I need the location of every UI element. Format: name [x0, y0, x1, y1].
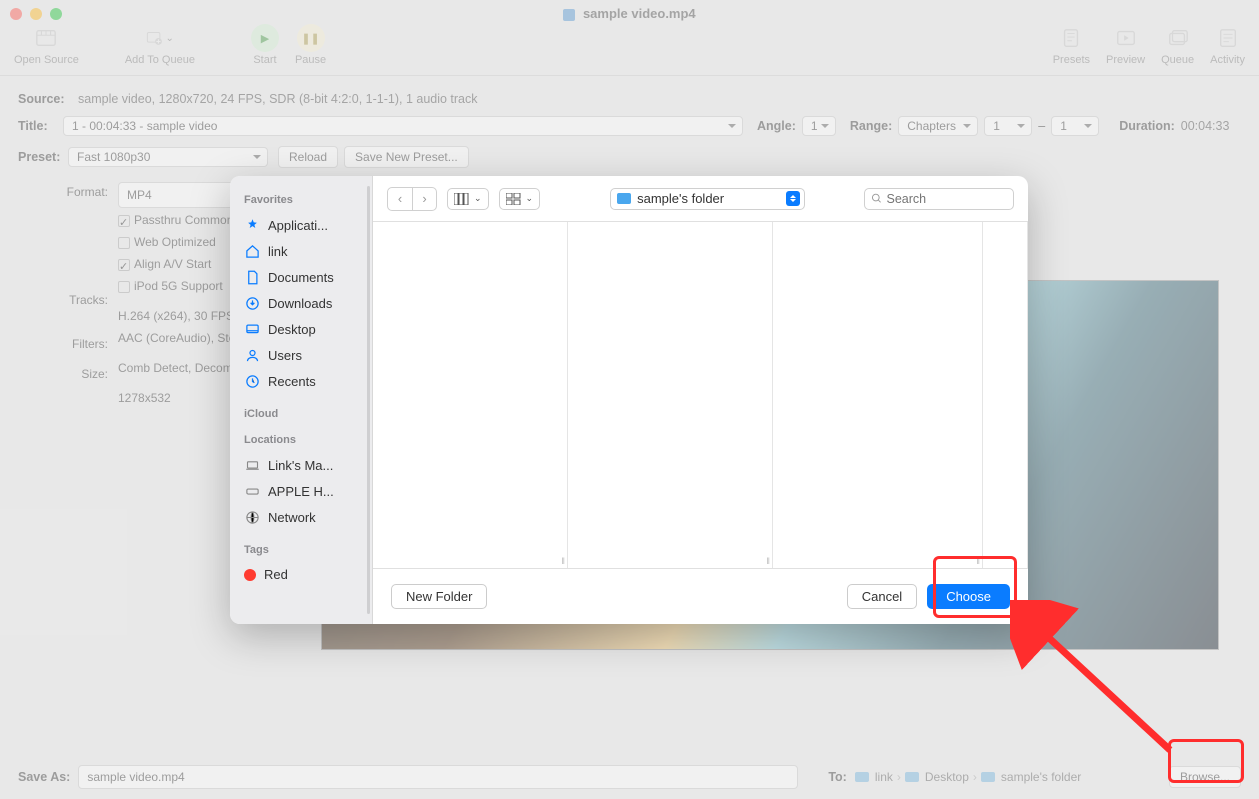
favorites-heading: Favorites [244, 194, 372, 206]
locations-heading: Locations [244, 434, 372, 446]
dialog-columns[interactable] [373, 222, 1028, 568]
column-1[interactable] [373, 222, 568, 568]
search-icon [871, 192, 883, 205]
updown-icon [786, 191, 800, 206]
scrollbar[interactable] [367, 186, 370, 614]
cancel-button[interactable]: Cancel [847, 584, 917, 609]
folder-icon [617, 193, 631, 204]
choose-button[interactable]: Choose [927, 584, 1010, 609]
nav-buttons: ‹ › [387, 187, 437, 211]
sidebar-item-links-mac[interactable]: Link's Ma... [244, 452, 372, 478]
search-input[interactable] [887, 192, 1007, 206]
file-chooser-dialog: Favorites Applicati... link Documents Do… [230, 176, 1028, 624]
clock-icon [244, 373, 260, 389]
sidebar-tag-red[interactable]: Red [244, 562, 372, 587]
laptop-icon [244, 457, 260, 473]
dialog-sidebar: Favorites Applicati... link Documents Do… [230, 176, 373, 624]
view-columns-button[interactable]: ⌄ [447, 188, 489, 210]
dialog-toolbar: ‹ › ⌄ ⌄ sample's folder [373, 176, 1028, 222]
sidebar-item-downloads[interactable]: Downloads [244, 290, 372, 316]
new-folder-button[interactable]: New Folder [391, 584, 487, 609]
sidebar-item-network[interactable]: Network [244, 504, 372, 530]
document-icon [244, 269, 260, 285]
current-folder-popup[interactable]: sample's folder [610, 188, 805, 210]
tags-heading: Tags [244, 544, 372, 556]
sidebar-item-documents[interactable]: Documents [244, 264, 372, 290]
dialog-footer: New Folder Cancel Choose [373, 568, 1028, 624]
sidebar-item-link[interactable]: link [244, 238, 372, 264]
sidebar-item-recents[interactable]: Recents [244, 368, 372, 394]
view-grid-button[interactable]: ⌄ [499, 188, 541, 210]
home-icon [244, 243, 260, 259]
user-icon [244, 347, 260, 363]
sidebar-item-desktop[interactable]: Desktop [244, 316, 372, 342]
desktop-icon [244, 321, 260, 337]
column-2[interactable] [568, 222, 773, 568]
sidebar-item-users[interactable]: Users [244, 342, 372, 368]
app-icon [244, 217, 260, 233]
forward-button[interactable]: › [412, 188, 436, 210]
search-field[interactable] [864, 188, 1014, 210]
download-icon [244, 295, 260, 311]
back-button[interactable]: ‹ [388, 188, 412, 210]
current-folder-name: sample's folder [637, 191, 724, 206]
sidebar-item-applications[interactable]: Applicati... [244, 212, 372, 238]
column-4[interactable] [983, 222, 1028, 568]
icloud-heading: iCloud [244, 408, 372, 420]
red-dot-icon [244, 569, 256, 581]
globe-icon [244, 509, 260, 525]
disk-icon [244, 483, 260, 499]
dialog-main: ‹ › ⌄ ⌄ sample's folder New F [373, 176, 1028, 624]
column-3[interactable] [773, 222, 983, 568]
sidebar-item-apple-hd[interactable]: APPLE H... [244, 478, 372, 504]
